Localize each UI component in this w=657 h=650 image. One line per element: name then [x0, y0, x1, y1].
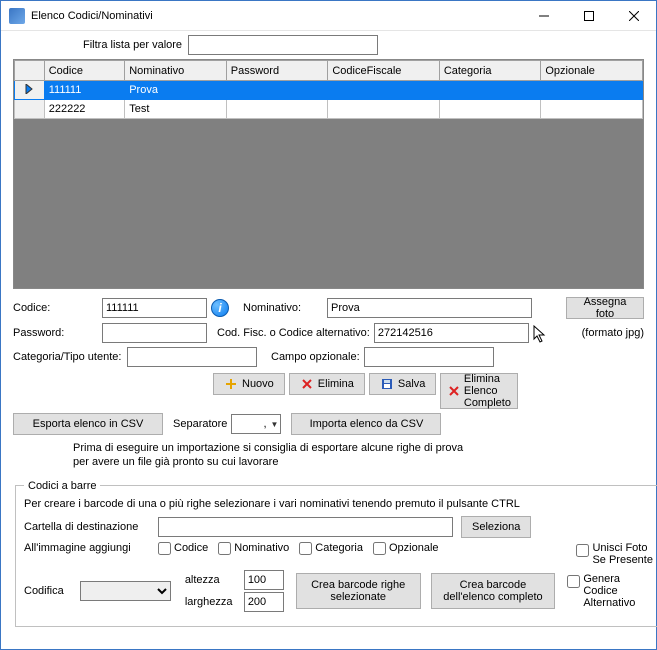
x-icon — [448, 384, 460, 398]
chk-opzionale[interactable]: Opzionale — [373, 542, 439, 555]
row-indicator — [15, 81, 45, 100]
cell-categoria[interactable] — [439, 81, 541, 100]
cell-codicefiscale[interactable] — [328, 100, 439, 119]
x-icon — [300, 377, 314, 391]
separatore-value: , — [263, 418, 266, 430]
chk-categoria[interactable]: Categoria — [299, 542, 363, 555]
formato-label: (formato jpg) — [582, 327, 644, 339]
cell-nominativo[interactable]: Prova — [125, 81, 227, 100]
aggiungi-label: All'immagine aggiungi — [24, 542, 154, 554]
salva-label: Salva — [398, 378, 426, 390]
categoria-label: Categoria/Tipo utente: — [13, 351, 123, 363]
barcode-intro: Per creare i barcode di una o più righe … — [24, 498, 657, 510]
col-header-nominativo[interactable]: Nominativo — [125, 61, 227, 81]
cell-nominativo[interactable]: Test — [125, 100, 227, 119]
import-note: Prima di eseguire un importazione si con… — [73, 441, 473, 470]
save-icon — [380, 377, 394, 391]
app-icon — [9, 8, 25, 24]
categoria-input[interactable] — [127, 347, 257, 367]
crea-barcode-sel-button[interactable]: Crea barcode righe selezionate — [296, 573, 421, 609]
titlebar: Elenco Codici/Nominativi — [1, 1, 656, 31]
table-row[interactable]: 222222Test — [15, 100, 643, 119]
opzionale-input[interactable] — [364, 347, 494, 367]
larghezza-input[interactable] — [244, 592, 284, 612]
codifica-select[interactable] — [80, 581, 170, 601]
plus-icon — [224, 377, 238, 391]
nominativo-label: Nominativo: — [243, 302, 323, 314]
elimina-elenco-label: Elimina Elenco Completo — [464, 373, 511, 409]
assegna-foto-button[interactable]: Assegna foto — [566, 297, 644, 319]
chk-unisci-foto[interactable]: Unisci Foto Se Presente — [576, 542, 653, 566]
barcode-legend: Codici a barre — [24, 480, 100, 492]
chk-nominativo[interactable]: Nominativo — [218, 542, 289, 555]
importa-csv-button[interactable]: Importa elenco da CSV — [291, 413, 441, 435]
chk-codice[interactable]: Codice — [158, 542, 208, 555]
window-title: Elenco Codici/Nominativi — [31, 10, 521, 22]
table-row[interactable]: 111111Prova — [15, 81, 643, 100]
minimize-button[interactable] — [521, 1, 566, 31]
filter-label: Filtra lista per valore — [83, 39, 182, 51]
salva-button[interactable]: Salva — [369, 373, 437, 395]
elimina-label: Elimina — [318, 378, 354, 390]
codice-input[interactable] — [102, 298, 207, 318]
maximize-button[interactable] — [566, 1, 611, 31]
password-input[interactable] — [102, 323, 207, 343]
altezza-input[interactable] — [244, 570, 284, 590]
cartella-label: Cartella di destinazione — [24, 521, 154, 533]
altezza-label: altezza — [185, 574, 240, 586]
codifica-label: Codifica — [24, 585, 76, 597]
cartella-input[interactable] — [158, 517, 453, 537]
elimina-button[interactable]: Elimina — [289, 373, 365, 395]
nuovo-label: Nuovo — [242, 378, 274, 390]
info-icon[interactable]: i — [211, 299, 229, 317]
col-header-password[interactable]: Password — [226, 61, 328, 81]
col-header-opzionale[interactable]: Opzionale — [541, 61, 643, 81]
crea-barcode-all-button[interactable]: Crea barcode dell'elenco completo — [431, 573, 556, 609]
larghezza-label: larghezza — [185, 596, 240, 608]
cell-password[interactable] — [226, 100, 328, 119]
col-header-codice[interactable]: Codice — [44, 61, 125, 81]
filter-input[interactable] — [188, 35, 378, 55]
col-header-categoria[interactable]: Categoria — [439, 61, 541, 81]
row-header-corner — [15, 61, 45, 81]
row-indicator — [15, 100, 45, 119]
nuovo-button[interactable]: Nuovo — [213, 373, 285, 395]
cell-codice[interactable]: 111111 — [44, 81, 125, 100]
cell-codicefiscale[interactable] — [328, 81, 439, 100]
cell-opzionale[interactable] — [541, 100, 643, 119]
seleziona-button[interactable]: Seleziona — [461, 516, 531, 538]
data-grid[interactable]: Codice Nominativo Password CodiceFiscale… — [13, 59, 644, 289]
codfisc-label: Cod. Fisc. o Codice alternativo: — [217, 327, 370, 339]
cell-categoria[interactable] — [439, 100, 541, 119]
chk-genera-alt[interactable]: Genera Codice Alternativo — [567, 573, 653, 609]
cell-password[interactable] — [226, 81, 328, 100]
cell-opzionale[interactable] — [541, 81, 643, 100]
nominativo-input[interactable] — [327, 298, 532, 318]
close-button[interactable] — [611, 1, 656, 31]
opzionale-label: Campo opzionale: — [271, 351, 360, 363]
cursor-icon — [533, 325, 547, 343]
separatore-select[interactable]: , — [231, 414, 281, 434]
barcode-group: Codici a barre Per creare i barcode di u… — [15, 480, 657, 627]
codice-label: Codice: — [13, 302, 98, 314]
separatore-label: Separatore — [173, 418, 227, 430]
codfisc-input[interactable] — [374, 323, 529, 343]
col-header-codicefiscale[interactable]: CodiceFiscale — [328, 61, 439, 81]
password-label: Password: — [13, 327, 98, 339]
elimina-elenco-button[interactable]: Elimina Elenco Completo — [440, 373, 518, 409]
cell-codice[interactable]: 222222 — [44, 100, 125, 119]
esporta-csv-button[interactable]: Esporta elenco in CSV — [13, 413, 163, 435]
